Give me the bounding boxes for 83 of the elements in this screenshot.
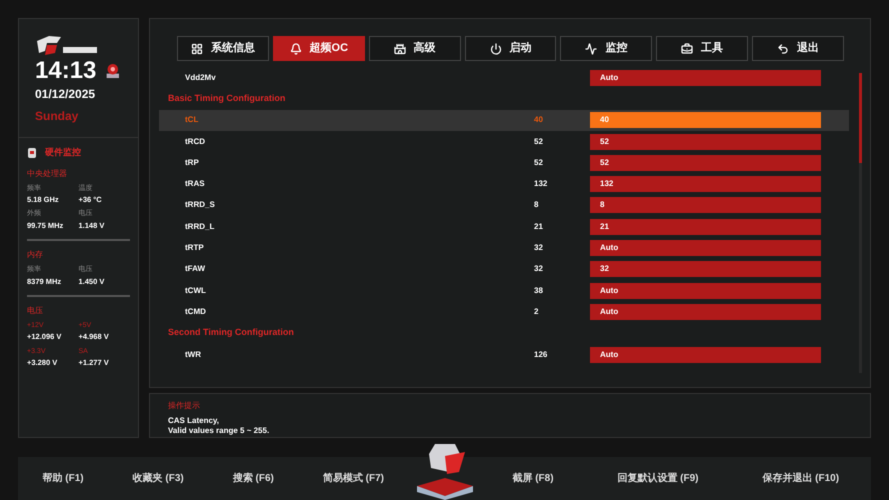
setting-row[interactable]: tRCD 52 52 [159, 130, 849, 152]
setting-current: 8 [534, 199, 540, 212]
tab[interactable]: 系统信息 [177, 36, 269, 61]
weekday-text: Sunday [35, 108, 80, 125]
tab[interactable]: 监控 [560, 36, 652, 61]
setting-name: tRAS [184, 178, 206, 190]
bell-icon [290, 42, 302, 54]
setting-name: tRTP [184, 242, 205, 254]
tab[interactable]: 高级 [368, 36, 461, 61]
power-icon [490, 42, 502, 54]
setting-row[interactable]: Vdd2Mv Auto [159, 67, 849, 88]
footer-button[interactable]: 收藏夹 (F3) [132, 471, 184, 486]
setting-row[interactable]: tRAS 132 132 [159, 173, 849, 195]
value-field[interactable]: 32 [590, 261, 821, 278]
value-field[interactable]: Auto [590, 304, 821, 320]
setting-current: 132 [534, 178, 548, 190]
tab[interactable]: 退出 [752, 36, 844, 61]
help-text: CAS Latency, [168, 416, 220, 426]
castle-icon [394, 42, 406, 54]
value-field[interactable]: Auto [590, 240, 821, 256]
setting-current: 38 [534, 284, 544, 297]
setting-row[interactable]: tRRD_L 21 21 [159, 216, 849, 238]
value-field[interactable]: Auto [590, 70, 821, 86]
footer-button[interactable]: 简易模式 (F7) [322, 471, 384, 486]
setting-name: tCL [184, 114, 200, 126]
back-arrow-icon [777, 42, 790, 54]
tab[interactable]: 启动 [464, 36, 556, 61]
toolbox-icon [681, 42, 694, 54]
value-field[interactable]: 132 [590, 176, 821, 192]
setting-name: tFAW [184, 263, 206, 276]
value-field[interactable]: 52 [590, 134, 821, 150]
value-field[interactable]: Auto [590, 346, 821, 362]
footer-button[interactable]: 截屏 (F8) [512, 471, 554, 486]
setting-current: 52 [534, 136, 544, 148]
scrollbar[interactable] [859, 73, 862, 373]
value-field[interactable]: 8 [590, 197, 821, 214]
setting-current: 21 [534, 220, 544, 233]
footer-button[interactable]: 回复默认设置 (F9) [617, 471, 698, 486]
help-title: 操作提示 [168, 400, 201, 412]
setting-row[interactable]: tFAW 32 32 [159, 258, 849, 280]
chip-icon [27, 146, 37, 159]
chart-icon [585, 42, 598, 54]
setting-name: tWR [184, 348, 202, 360]
setting-name: tRRD_S [184, 199, 216, 212]
setting-current: 52 [534, 156, 544, 169]
setting-current: 126 [534, 348, 548, 360]
setting-row[interactable]: tRP 52 52 [159, 152, 849, 174]
value-field[interactable]: 52 [590, 154, 821, 171]
footer-button[interactable]: 帮助 (F1) [42, 471, 84, 486]
setting-row[interactable]: tWR 126 Auto [159, 344, 849, 366]
setting-row[interactable]: tCMD 2 Auto [159, 301, 849, 323]
setting-row[interactable]: tCWL 38 Auto [159, 280, 849, 302]
group-title: 电压 [27, 304, 44, 317]
tab[interactable]: 超频OC [272, 36, 365, 61]
section-header: Basic Timing Configuration [168, 92, 286, 106]
tab[interactable]: 工具 [656, 36, 748, 61]
monitor-title: 硬件监控 [45, 146, 81, 159]
group-title: 中央处理器 [27, 168, 68, 180]
setting-row[interactable]: tCL 40 40 [159, 110, 849, 131]
setting-name: tCMD [184, 306, 207, 318]
setting-row[interactable]: tRRD_S 8 8 [159, 194, 849, 216]
setting-row[interactable]: tRTP 32 Auto [159, 237, 849, 259]
robot-icon [104, 61, 122, 81]
logo-icon [35, 35, 99, 57]
setting-name: tRCD [184, 136, 206, 148]
setting-current: 32 [534, 242, 544, 254]
footer-button[interactable]: 保存并退出 (F10) [762, 471, 840, 486]
clock-time: 14:13 [35, 57, 96, 85]
setting-name: tRRD_L [184, 220, 216, 233]
section-header: Second Timing Configuration [168, 326, 294, 340]
value-field[interactable]: Auto [590, 282, 821, 299]
setting-name: tCWL [184, 284, 207, 297]
setting-current: 2 [534, 306, 540, 318]
setting-name: tRP [184, 156, 200, 169]
setting-current: 40 [534, 114, 544, 126]
grid-icon [190, 42, 203, 54]
date-text: 01/12/2025 [35, 86, 96, 103]
help-text: Valid values range 5 ~ 255. [168, 426, 270, 436]
footer-button[interactable]: 搜索 (F6) [232, 471, 274, 486]
setting-current: 32 [534, 263, 544, 276]
group-title: 内存 [27, 249, 44, 261]
setting-name: Vdd2Mv [184, 72, 217, 84]
value-field[interactable]: 21 [590, 218, 821, 235]
